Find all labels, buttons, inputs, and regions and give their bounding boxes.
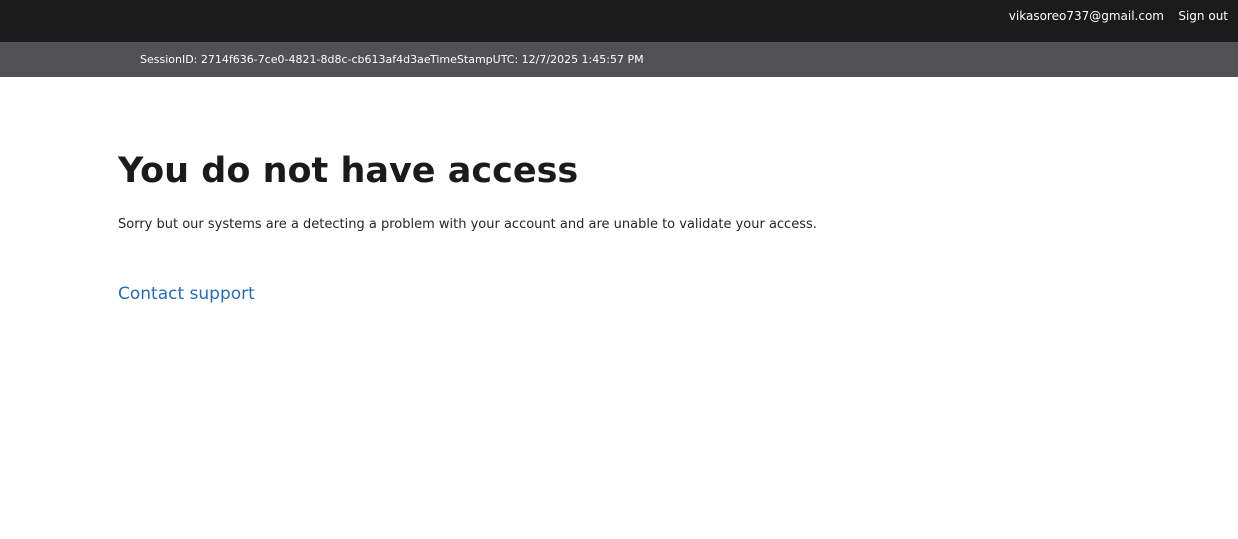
timestamp-utc: TimeStampUTC: 12/7/2025 1:45:57 PM [430, 53, 644, 66]
contact-support-link[interactable]: Contact support [118, 283, 255, 305]
sign-out-link[interactable]: Sign out [1178, 9, 1228, 23]
session-info-bar: SessionID: 2714f636-7ce0-4821-8d8c-cb613… [0, 42, 1238, 77]
session-id: SessionID: 2714f636-7ce0-4821-8d8c-cb613… [140, 53, 431, 66]
access-denied-message: Sorry but our systems are a detecting a … [118, 217, 817, 232]
top-nav-bar: vikasoreo737@gmail.com Sign out [0, 0, 1238, 42]
page-title: You do not have access [118, 151, 579, 191]
user-email: vikasoreo737@gmail.com [1008, 9, 1164, 23]
